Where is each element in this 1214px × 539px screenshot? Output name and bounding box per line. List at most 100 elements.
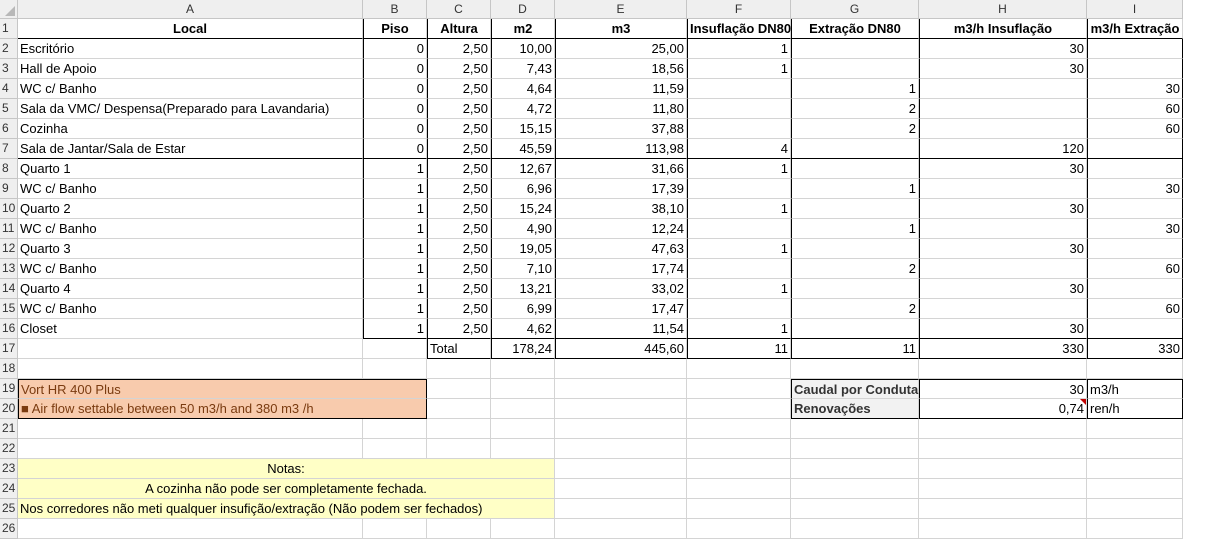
- value-cell[interactable]: [919, 299, 1087, 319]
- table-header-cell[interactable]: Extração DN80: [791, 19, 919, 39]
- table-header-cell[interactable]: m2: [491, 19, 555, 39]
- value-cell[interactable]: 113,98: [555, 139, 687, 159]
- room-name-cell[interactable]: Escritório: [18, 39, 363, 59]
- room-name-cell[interactable]: Quarto 1: [18, 159, 363, 179]
- value-cell[interactable]: [919, 219, 1087, 239]
- comment-indicator-icon[interactable]: [1080, 399, 1086, 405]
- grid-cell[interactable]: [555, 359, 687, 379]
- value-cell[interactable]: 1: [791, 179, 919, 199]
- room-name-cell[interactable]: WC c/ Banho: [18, 259, 363, 279]
- value-cell[interactable]: 2: [791, 99, 919, 119]
- grid-cell[interactable]: [1087, 499, 1183, 519]
- value-cell[interactable]: 17,74: [555, 259, 687, 279]
- value-cell[interactable]: 1: [687, 199, 791, 219]
- caudal-value-cell[interactable]: 30: [919, 379, 1087, 399]
- value-cell[interactable]: 11,54: [555, 319, 687, 339]
- grid-cell[interactable]: [363, 359, 427, 379]
- value-cell[interactable]: 2,50: [427, 79, 491, 99]
- value-cell[interactable]: [687, 299, 791, 319]
- row-header-14[interactable]: 14: [0, 279, 18, 299]
- column-header-C[interactable]: C: [427, 0, 491, 19]
- value-cell[interactable]: 30: [919, 239, 1087, 259]
- grid-cell[interactable]: [1087, 519, 1183, 539]
- value-cell[interactable]: 1: [363, 279, 427, 299]
- grid-cell[interactable]: [491, 359, 555, 379]
- grid-cell[interactable]: [555, 479, 687, 499]
- row-header-22[interactable]: 22: [0, 439, 18, 459]
- grid-cell[interactable]: [555, 379, 687, 399]
- grid-cell[interactable]: [687, 459, 791, 479]
- row-header-8[interactable]: 8: [0, 159, 18, 179]
- grid-cell[interactable]: [687, 399, 791, 419]
- table-header-cell[interactable]: Insuflação DN80: [687, 19, 791, 39]
- value-cell[interactable]: 60: [1087, 259, 1183, 279]
- value-cell[interactable]: [687, 179, 791, 199]
- grid-cell[interactable]: [18, 339, 363, 359]
- value-cell[interactable]: 33,02: [555, 279, 687, 299]
- grid-cell[interactable]: [491, 379, 555, 399]
- value-cell[interactable]: 47,63: [555, 239, 687, 259]
- grid-cell[interactable]: [427, 419, 491, 439]
- row-header-4[interactable]: 4: [0, 79, 18, 99]
- grid-cell[interactable]: [1087, 359, 1183, 379]
- row-header-25[interactable]: 25: [0, 499, 18, 519]
- grid-cell[interactable]: [687, 379, 791, 399]
- value-cell[interactable]: 17,47: [555, 299, 687, 319]
- grid-cell[interactable]: [555, 399, 687, 419]
- renovacoes-label-cell[interactable]: Renovações: [791, 399, 919, 419]
- value-cell[interactable]: 2: [791, 299, 919, 319]
- value-cell[interactable]: [791, 279, 919, 299]
- total-insuflacao[interactable]: 11: [687, 339, 791, 359]
- value-cell[interactable]: 2,50: [427, 259, 491, 279]
- grid-cell[interactable]: [555, 499, 687, 519]
- value-cell[interactable]: 2,50: [427, 179, 491, 199]
- grid-cell[interactable]: [791, 459, 919, 479]
- row-header-1[interactable]: 1: [0, 19, 18, 39]
- value-cell[interactable]: 10,00: [491, 39, 555, 59]
- row-header-24[interactable]: 24: [0, 479, 18, 499]
- grid-cell[interactable]: [18, 439, 363, 459]
- table-header-cell[interactable]: Piso: [363, 19, 427, 39]
- value-cell[interactable]: 38,10: [555, 199, 687, 219]
- grid-cell[interactable]: [687, 419, 791, 439]
- row-header-10[interactable]: 10: [0, 199, 18, 219]
- value-cell[interactable]: 0: [363, 39, 427, 59]
- column-header-I[interactable]: I: [1087, 0, 1183, 19]
- grid-cell[interactable]: [18, 519, 363, 539]
- value-cell[interactable]: [1087, 319, 1183, 339]
- value-cell[interactable]: 1: [687, 279, 791, 299]
- grid-cell[interactable]: [1087, 459, 1183, 479]
- value-cell[interactable]: 13,21: [491, 279, 555, 299]
- value-cell[interactable]: [919, 259, 1087, 279]
- value-cell[interactable]: 0: [363, 59, 427, 79]
- value-cell[interactable]: 1: [791, 79, 919, 99]
- grid-cell[interactable]: [687, 359, 791, 379]
- value-cell[interactable]: 15,24: [491, 199, 555, 219]
- value-cell[interactable]: 1: [687, 159, 791, 179]
- grid-cell[interactable]: [791, 439, 919, 459]
- renovacoes-unit-cell[interactable]: ren/h: [1087, 399, 1183, 419]
- grid-cell[interactable]: [919, 439, 1087, 459]
- value-cell[interactable]: 6,96: [491, 179, 555, 199]
- total-extracao[interactable]: 11: [791, 339, 919, 359]
- column-header-A[interactable]: A: [18, 0, 363, 19]
- row-header-15[interactable]: 15: [0, 299, 18, 319]
- grid-cell[interactable]: [491, 419, 555, 439]
- grid-cell[interactable]: [18, 419, 363, 439]
- table-header-cell[interactable]: m3/h Extração: [1087, 19, 1183, 39]
- equipment-airflow-cell[interactable]: ■ Air flow settable between 50 m3/h and …: [18, 399, 427, 419]
- column-header-G[interactable]: G: [791, 0, 919, 19]
- room-name-cell[interactable]: Quarto 3: [18, 239, 363, 259]
- row-header-6[interactable]: 6: [0, 119, 18, 139]
- value-cell[interactable]: 30: [919, 279, 1087, 299]
- total-m3[interactable]: 445,60: [555, 339, 687, 359]
- value-cell[interactable]: [791, 199, 919, 219]
- value-cell[interactable]: 4,64: [491, 79, 555, 99]
- grid-cell[interactable]: [791, 499, 919, 519]
- row-header-12[interactable]: 12: [0, 239, 18, 259]
- value-cell[interactable]: 30: [1087, 179, 1183, 199]
- row-header-23[interactable]: 23: [0, 459, 18, 479]
- value-cell[interactable]: 0: [363, 139, 427, 159]
- equipment-model-cell[interactable]: Vort HR 400 Plus: [18, 379, 427, 399]
- grid-cell[interactable]: [427, 399, 491, 419]
